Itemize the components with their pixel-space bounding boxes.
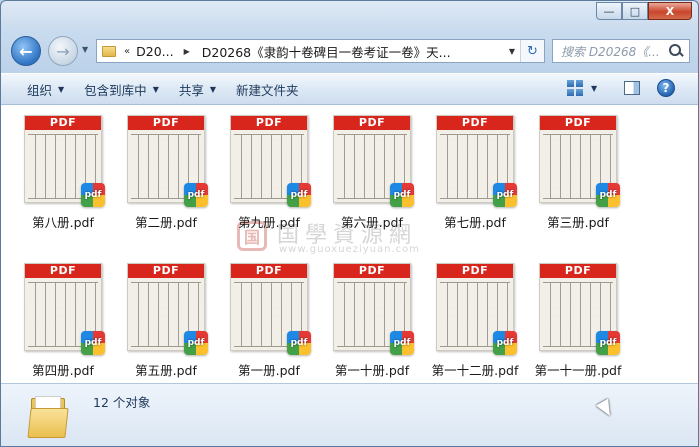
forward-button[interactable]: → <box>48 36 78 66</box>
pdf-app-icon: pdf <box>287 331 311 355</box>
file-item[interactable]: PDF pdf 第九册.pdf <box>219 105 319 235</box>
details-pane: 12 个对象 <box>1 383 698 446</box>
share-label: 共享 <box>178 82 204 98</box>
chevron-down-icon: ▼ <box>209 84 217 94</box>
address-bar[interactable]: « D20... ▶ D20268《隶韵十卷碑目一卷考证一卷》天... ▼ ↻ <box>96 39 545 63</box>
file-name[interactable]: 第一十二册.pdf <box>419 360 531 379</box>
file-item[interactable]: PDF pdf 第七册.pdf <box>425 105 525 235</box>
explorer-window: — □ X ← → ▼ « D20... ▶ D20268《隶韵十卷碑目一卷考证… <box>0 0 699 447</box>
pdf-banner: PDF <box>25 264 101 278</box>
file-name[interactable]: 第一十一册.pdf <box>522 360 634 379</box>
preview-pane-icon[interactable] <box>624 81 640 95</box>
file-name[interactable]: 第一十册.pdf <box>316 360 428 379</box>
breadcrumb-item-current[interactable]: D20268《隶韵十卷碑目一卷考证一卷》天... <box>202 42 451 61</box>
chevron-down-icon: ▼ <box>58 84 65 94</box>
search-icon[interactable] <box>667 42 685 60</box>
pdf-banner: PDF <box>231 116 307 130</box>
pdf-banner: PDF <box>540 264 616 278</box>
folder-icon <box>102 45 116 57</box>
pdf-banner: PDF <box>437 116 513 130</box>
caption-buttons: — □ X <box>596 2 692 20</box>
pdf-app-icon: pdf <box>184 331 208 355</box>
pdf-app-icon: pdf <box>184 183 208 207</box>
file-name[interactable]: 第八册.pdf <box>7 212 119 231</box>
file-item[interactable]: PDF pdf 第三册.pdf <box>528 105 628 235</box>
refresh-button[interactable]: ↻ <box>520 40 544 62</box>
file-name[interactable]: 第四册.pdf <box>7 360 119 379</box>
recent-pages-dropdown[interactable]: ▼ <box>82 45 88 54</box>
chevrons-icon[interactable]: « <box>124 46 130 57</box>
pdf-app-icon: pdf <box>81 183 105 207</box>
back-button[interactable]: ← <box>11 36 41 66</box>
breadcrumb-item-parent[interactable]: D20... <box>136 44 173 59</box>
new-folder-button[interactable]: 新建文件夹 <box>226 77 309 101</box>
view-options-dropdown[interactable]: ▼ <box>591 84 597 93</box>
pdf-banner: PDF <box>25 116 101 130</box>
navigation-bar: ← → ▼ « D20... ▶ D20268《隶韵十卷碑目一卷考证一卷》天..… <box>1 29 698 69</box>
file-name[interactable]: 第九册.pdf <box>213 212 325 231</box>
share-button[interactable]: 共享 ▼ <box>169 77 226 101</box>
file-name[interactable]: 第一册.pdf <box>213 360 325 379</box>
pdf-banner: PDF <box>128 264 204 278</box>
organize-button[interactable]: 组织 ▼ <box>17 77 74 101</box>
file-item[interactable]: PDF pdf 第一十二册.pdf <box>425 253 525 383</box>
pdf-app-icon: pdf <box>287 183 311 207</box>
pdf-app-icon: pdf <box>390 331 414 355</box>
search-box[interactable]: 搜索 D20268《... <box>552 39 690 63</box>
pdf-banner: PDF <box>231 264 307 278</box>
file-name[interactable]: 第三册.pdf <box>522 212 634 231</box>
pdf-banner: PDF <box>437 264 513 278</box>
file-item[interactable]: PDF pdf 第一册.pdf <box>219 253 319 383</box>
pdf-banner: PDF <box>334 264 410 278</box>
search-input[interactable]: 搜索 D20268《... <box>553 43 667 60</box>
help-icon[interactable]: ? <box>657 79 675 97</box>
file-item[interactable]: PDF pdf 第四册.pdf <box>13 253 113 383</box>
pdf-app-icon: pdf <box>493 183 517 207</box>
file-name[interactable]: 第二册.pdf <box>110 212 222 231</box>
file-name[interactable]: 第六册.pdf <box>316 212 428 231</box>
pdf-app-icon: pdf <box>596 331 620 355</box>
pdf-app-icon: pdf <box>81 331 105 355</box>
include-in-library-button[interactable]: 包含到库中 ▼ <box>74 77 169 101</box>
file-name[interactable]: 第七册.pdf <box>419 212 531 231</box>
organize-label: 组织 <box>27 82 53 98</box>
file-item[interactable]: PDF pdf 第一十一册.pdf <box>528 253 628 383</box>
include-in-library-label: 包含到库中 <box>84 82 147 98</box>
file-name[interactable]: 第五册.pdf <box>110 360 222 379</box>
pdf-banner: PDF <box>128 116 204 130</box>
pdf-app-icon: pdf <box>493 331 517 355</box>
pdf-app-icon: pdf <box>596 183 620 207</box>
chevron-down-icon: ▼ <box>152 84 159 94</box>
pdf-banner: PDF <box>334 116 410 130</box>
file-list[interactable]: 国 国學資源網 www.guoxueziyuan.com PDF pdf 第八册.p… <box>1 105 698 383</box>
address-dropdown-icon[interactable]: ▼ <box>504 47 520 56</box>
pdf-banner: PDF <box>540 116 616 130</box>
item-count: 12 个对象 <box>93 395 151 410</box>
pdf-app-icon: pdf <box>390 183 414 207</box>
file-item[interactable]: PDF pdf 第五册.pdf <box>116 253 216 383</box>
file-item[interactable]: PDF pdf 第二册.pdf <box>116 105 216 235</box>
file-item[interactable]: PDF pdf 第一十册.pdf <box>322 253 422 383</box>
minimize-button[interactable]: — <box>596 2 622 20</box>
maximize-button[interactable]: □ <box>622 2 648 20</box>
breadcrumb-separator-icon[interactable]: ▶ <box>184 47 190 56</box>
file-item[interactable]: PDF pdf 第八册.pdf <box>13 105 113 235</box>
close-button[interactable]: X <box>648 2 692 20</box>
file-item[interactable]: PDF pdf 第六册.pdf <box>322 105 422 235</box>
change-view-icon[interactable] <box>567 80 583 96</box>
folder-icon <box>27 394 69 438</box>
new-folder-label: 新建文件夹 <box>236 82 299 98</box>
